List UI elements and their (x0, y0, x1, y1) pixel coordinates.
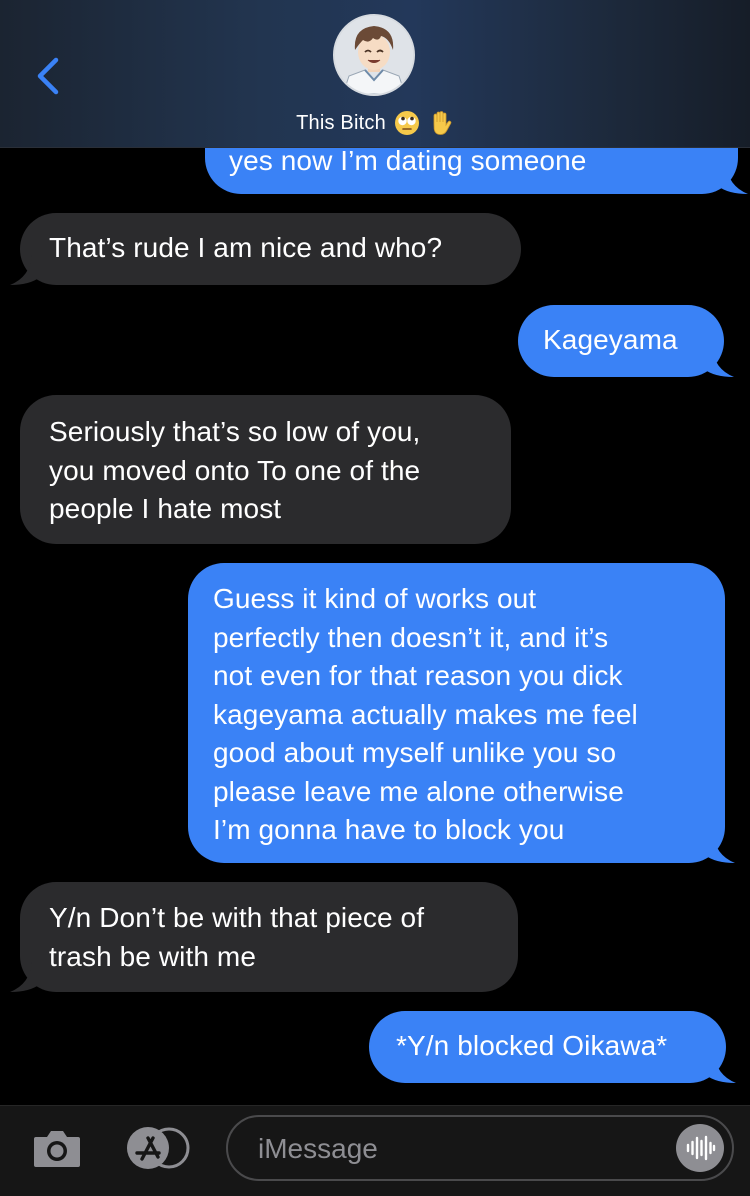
message-bubble-sent[interactable]: Guess it kind of works out perfectly the… (188, 563, 735, 863)
imessage-input-container[interactable] (226, 1115, 734, 1181)
audio-waveform-icon (686, 1135, 716, 1161)
message-bubble-received[interactable]: That’s rude I am nice and who? (10, 213, 521, 285)
chevron-left-icon (37, 57, 59, 95)
message-text: yes now I’m dating someone (229, 145, 587, 176)
back-button[interactable] (30, 54, 70, 98)
bubble-tail (10, 255, 40, 285)
contact-name-text: This Bitch (296, 111, 386, 134)
bubble-tail (10, 962, 40, 992)
message-line: please leave me alone otherwise (213, 775, 624, 807)
message-line: good about myself unlike you so (213, 737, 617, 768)
message-line: I’m gonna have to block you (213, 814, 565, 845)
raised-hand-emoji-icon (433, 111, 452, 135)
bubble-tail (704, 347, 734, 377)
message-bubble-received[interactable]: Seriously that’s so low of you, you move… (20, 395, 511, 544)
audio-message-button[interactable] (676, 1124, 724, 1172)
message-bubble-sent[interactable]: Kageyama (518, 305, 734, 377)
app-store-button[interactable] (125, 1126, 191, 1170)
message-text: Kageyama (543, 324, 678, 355)
contact-avatar[interactable] (333, 14, 415, 96)
rolling-eyes-emoji-icon (394, 111, 419, 135)
message-line: kageyama actually makes me feel (213, 698, 638, 730)
message-line: you moved onto To one of the (49, 454, 421, 486)
message-bubble-sent[interactable]: *Y/n blocked Oikawa* (369, 1011, 736, 1083)
camera-icon (34, 1131, 80, 1167)
conversation-header: This Bitch (0, 0, 750, 148)
message-line: trash be with me (49, 940, 257, 972)
message-bubble-received[interactable]: Y/n Don’t be with that piece of trash be… (10, 882, 518, 992)
avatar-image (335, 16, 413, 94)
message-text: That’s rude I am nice and who? (49, 232, 443, 263)
message-line: perfectly then doesn’t it, and it’s (213, 621, 609, 653)
imessage-input[interactable] (256, 1125, 660, 1173)
contact-name[interactable]: This Bitch (0, 110, 750, 136)
message-line: Seriously that’s so low of you, (49, 416, 421, 447)
bubble-tail (706, 1053, 736, 1083)
message-line: Guess it kind of works out (213, 583, 537, 614)
bubble-tail (705, 833, 735, 863)
camera-button[interactable] (32, 1127, 82, 1169)
app-store-icon (127, 1127, 190, 1169)
message-line: people I hate most (49, 493, 282, 524)
bubble-tail (718, 164, 748, 194)
message-text: *Y/n blocked Oikawa* (396, 1030, 668, 1061)
message-line: not even for that reason you dick (213, 660, 623, 691)
message-line: Y/n Don’t be with that piece of (49, 902, 425, 933)
